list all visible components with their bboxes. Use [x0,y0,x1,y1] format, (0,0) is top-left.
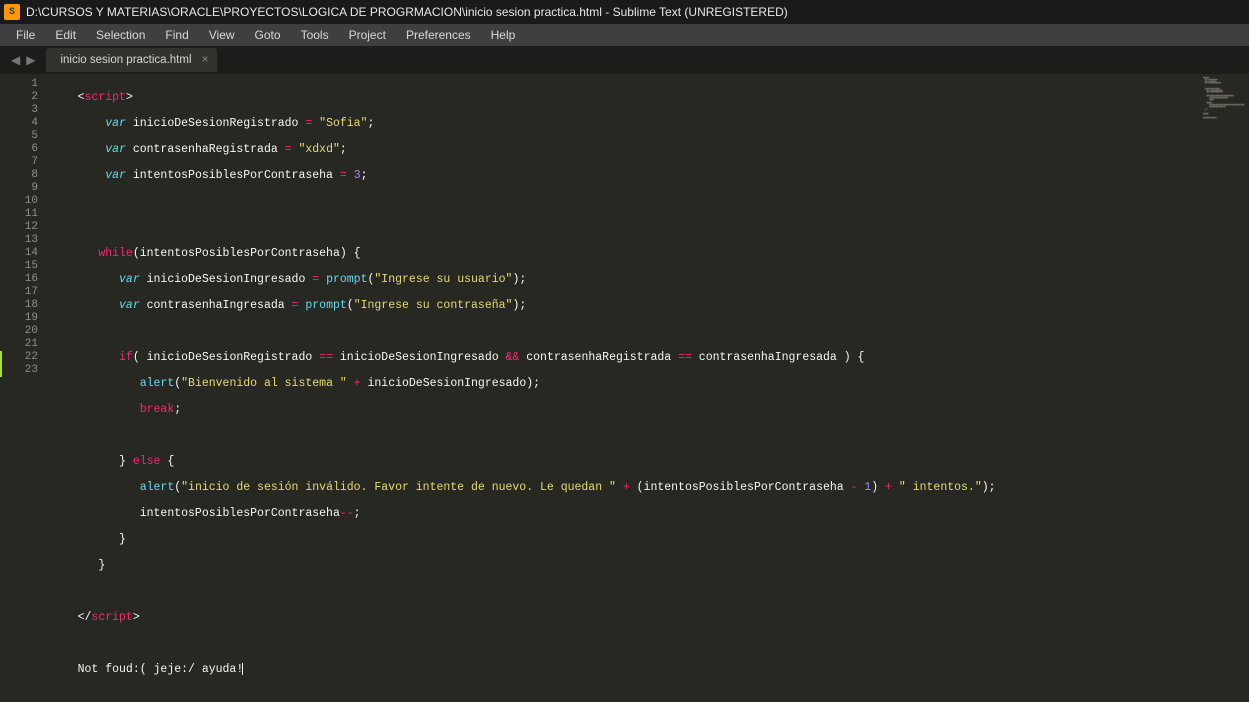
line-number: 4 [0,117,50,130]
menu-find[interactable]: Find [155,26,198,44]
menu-help[interactable]: Help [481,26,526,44]
app-logo-icon: S [4,4,20,20]
line-number: 14 [0,247,50,260]
menu-project[interactable]: Project [339,26,396,44]
line-number: 10 [0,195,50,208]
minimap-content: ███████ ███ ██████████ ███ ████████ ███ … [1203,78,1247,119]
line-number: 1 [0,78,50,91]
tab-nav-arrows: ◀ ▶ [2,53,44,68]
tab-bar: ◀ ▶ inicio sesion practica.html × [0,46,1249,74]
line-number: 3 [0,104,50,117]
line-number: 16 [0,273,50,286]
line-number: 20 [0,325,50,338]
text-cursor [242,663,243,675]
line-number: 9 [0,182,50,195]
minimap[interactable]: ███████ ███ ██████████ ███ ████████ ███ … [1201,74,1249,549]
line-number: 8 [0,169,50,182]
editor-area: 1 2 3 4 5 6 7 8 9 10 11 12 13 14 15 16 1… [0,74,1249,549]
tab-close-icon[interactable]: × [202,53,209,67]
line-number: 19 [0,312,50,325]
line-number: 13 [0,234,50,247]
line-number: 18 [0,299,50,312]
menu-preferences[interactable]: Preferences [396,26,481,44]
tab-file[interactable]: inicio sesion practica.html × [46,48,216,72]
line-number: 2 [0,91,50,104]
line-number: 23 [0,364,50,377]
tab-nav-left-icon[interactable]: ◀ [8,53,23,68]
menu-goto[interactable]: Goto [245,26,291,44]
tab-label: inicio sesion practica.html [60,54,191,66]
line-number: 17 [0,286,50,299]
menu-file[interactable]: File [6,26,45,44]
gutter: 1 2 3 4 5 6 7 8 9 10 11 12 13 14 15 16 1… [0,74,50,549]
code-editor[interactable]: <script> var inicioDeSesionRegistrado = … [50,74,1201,549]
line-number: 12 [0,221,50,234]
menu-edit[interactable]: Edit [45,26,86,44]
menu-selection[interactable]: Selection [86,26,155,44]
menu-view[interactable]: View [199,26,245,44]
line-number: 6 [0,143,50,156]
line-number: 21 [0,338,50,351]
line-number: 11 [0,208,50,221]
line-number: 15 [0,260,50,273]
tab-nav-right-icon[interactable]: ▶ [23,53,38,68]
window-title: D:\CURSOS Y MATERIAS\ORACLE\PROYECTOS\LO… [26,5,788,19]
window-title-bar: S D:\CURSOS Y MATERIAS\ORACLE\PROYECTOS\… [0,0,1249,24]
line-number: 5 [0,130,50,143]
menu-bar: File Edit Selection Find View Goto Tools… [0,24,1249,46]
menu-tools[interactable]: Tools [291,26,339,44]
line-number: 22 [0,351,50,364]
line-number: 7 [0,156,50,169]
